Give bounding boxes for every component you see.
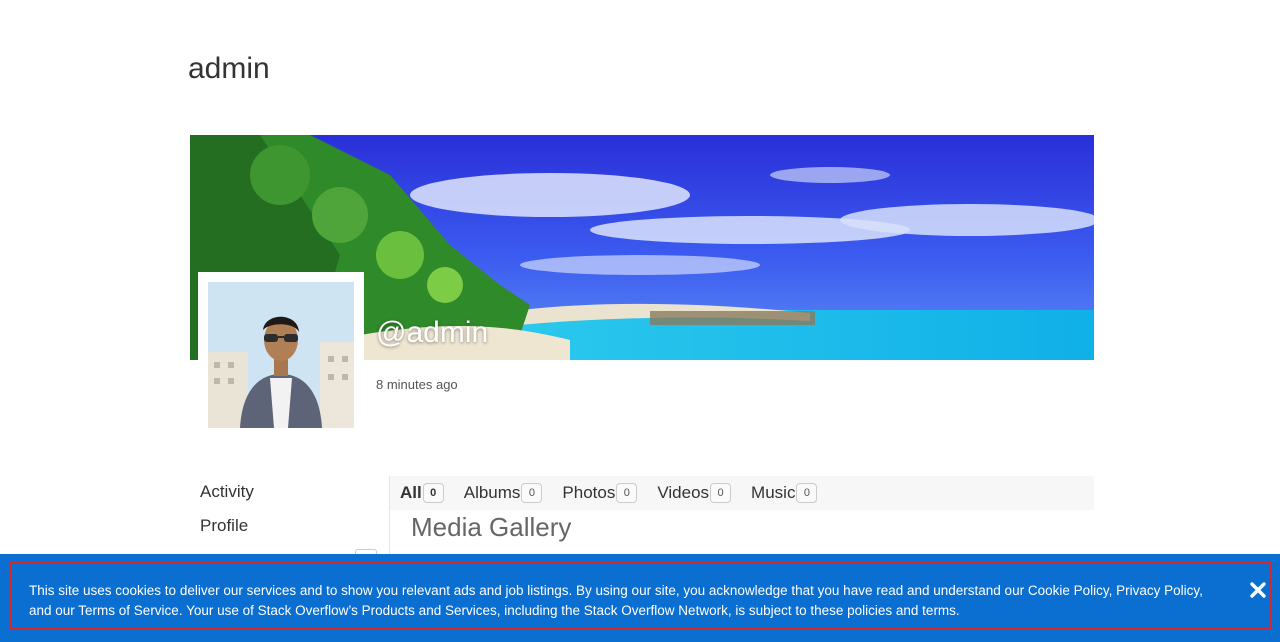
cookie-banner: This site uses cookies to deliver our se… xyxy=(0,554,1280,642)
tab-photos-count: 0 xyxy=(616,483,638,503)
tab-videos-label: Videos xyxy=(657,483,710,502)
tab-albums-label: Albums xyxy=(463,483,521,502)
user-avatar-photo xyxy=(208,282,354,428)
nav-item-profile[interactable]: Profile xyxy=(200,516,370,550)
page-title: admin xyxy=(188,52,270,85)
tab-music-label: Music xyxy=(751,483,796,502)
tab-videos[interactable]: Videos 0 xyxy=(657,483,732,503)
profile-avatar[interactable] xyxy=(198,272,364,432)
close-icon[interactable] xyxy=(1249,581,1267,599)
tab-photos[interactable]: Photos 0 xyxy=(562,483,638,503)
tab-albums-count: 0 xyxy=(521,483,543,503)
profile-handle: @admin xyxy=(376,316,489,349)
last-active-time: 8 minutes ago xyxy=(376,377,458,392)
tab-all-count: 0 xyxy=(422,483,444,503)
tab-photos-label: Photos xyxy=(562,483,616,502)
media-gallery-heading: Media Gallery xyxy=(411,512,572,542)
profile-side-nav: Activity Profile xyxy=(200,482,370,550)
tab-all-label: All xyxy=(400,483,422,502)
cookie-notice-text: This site uses cookies to deliver our se… xyxy=(29,583,1203,618)
nav-item-activity[interactable]: Activity xyxy=(200,482,370,516)
tab-all[interactable]: All 0 xyxy=(400,483,444,503)
tab-albums[interactable]: Albums 0 xyxy=(464,483,543,503)
tab-videos-count: 0 xyxy=(710,483,732,503)
tab-music-count: 0 xyxy=(796,483,818,503)
media-filter-tabs: All 0 Albums 0 Photos 0 Videos 0 Music 0 xyxy=(390,476,1094,510)
tab-music[interactable]: Music 0 xyxy=(751,483,818,503)
